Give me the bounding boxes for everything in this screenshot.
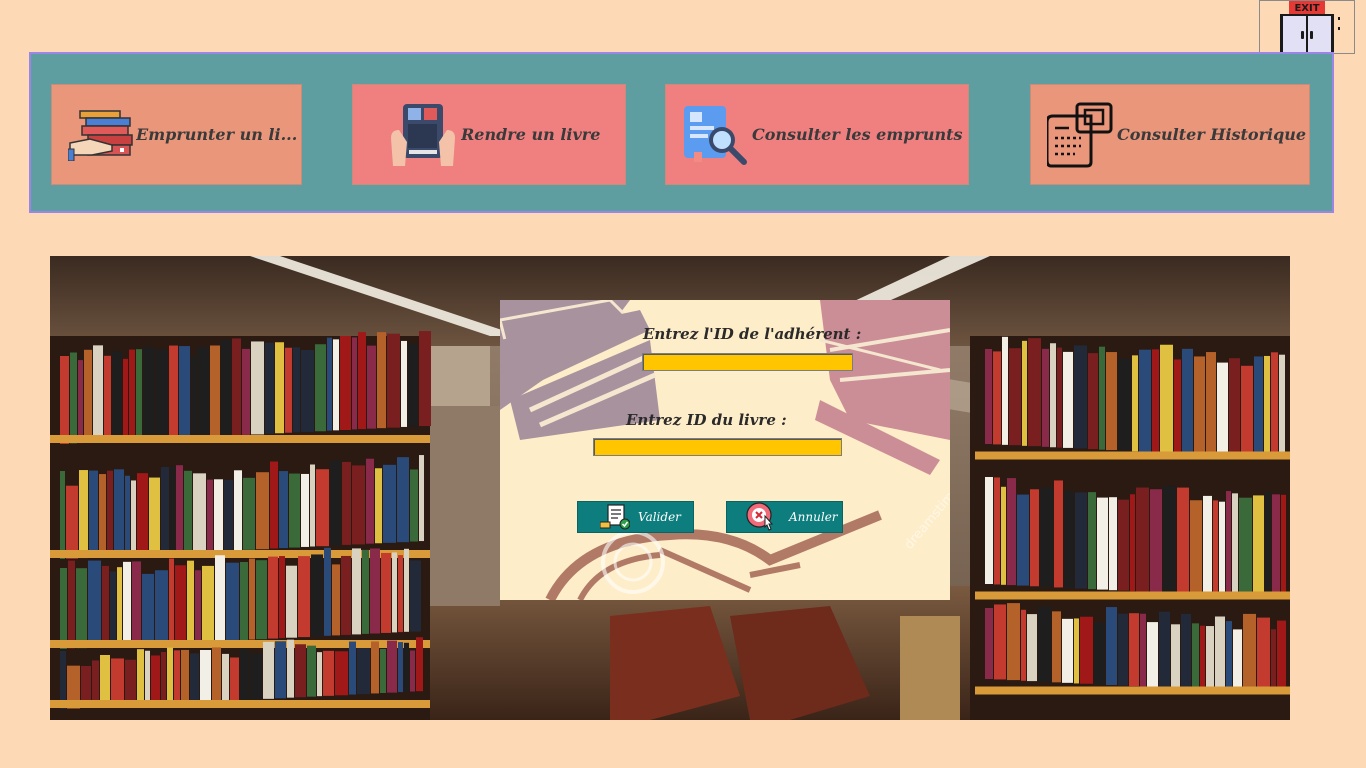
document-search-icon xyxy=(682,104,748,166)
annuler-label: Annuler xyxy=(789,510,838,524)
consulter-emprunts-button[interactable]: Consulter les emprunts xyxy=(665,84,969,185)
main-nav-panel: Emprunter un li... Rendre un livre Consu… xyxy=(29,52,1334,213)
emprunt-form-card: dreamstime Entrez l'ID de l'adhérent : E… xyxy=(500,300,950,600)
exit-sign-text: EXIT xyxy=(1294,3,1319,14)
emprunter-livre-button[interactable]: Emprunter un li... xyxy=(51,84,302,185)
livre-id-label: Entrez ID du livre : xyxy=(626,411,787,429)
emprunter-label: Emprunter un li... xyxy=(136,125,298,144)
adherent-id-input[interactable] xyxy=(642,353,853,371)
hands-holding-book-icon xyxy=(391,102,455,168)
watermark-text: dreamstime xyxy=(902,483,950,552)
consulter-historique-label: Consulter Historique xyxy=(1117,125,1307,144)
exit-button[interactable]: EXIT xyxy=(1259,0,1355,54)
valider-label: Valider xyxy=(638,510,681,524)
history-document-icon xyxy=(1047,102,1113,168)
books-in-hand-icon xyxy=(66,105,136,165)
exit-door-icon: EXIT xyxy=(1280,1,1340,53)
rendre-label: Rendre un livre xyxy=(461,125,601,144)
valider-button[interactable]: Valider xyxy=(577,501,694,533)
livre-id-input[interactable] xyxy=(593,438,842,456)
annuler-button[interactable]: Annuler xyxy=(726,501,843,533)
rendre-livre-button[interactable]: Rendre un livre xyxy=(352,84,626,185)
validate-document-icon xyxy=(600,504,630,530)
cancel-pointer-icon xyxy=(745,502,777,532)
adherent-id-label: Entrez l'ID de l'adhérent : xyxy=(643,325,862,343)
consulter-emprunts-label: Consulter les emprunts xyxy=(752,125,963,144)
consulter-historique-button[interactable]: Consulter Historique xyxy=(1030,84,1310,185)
